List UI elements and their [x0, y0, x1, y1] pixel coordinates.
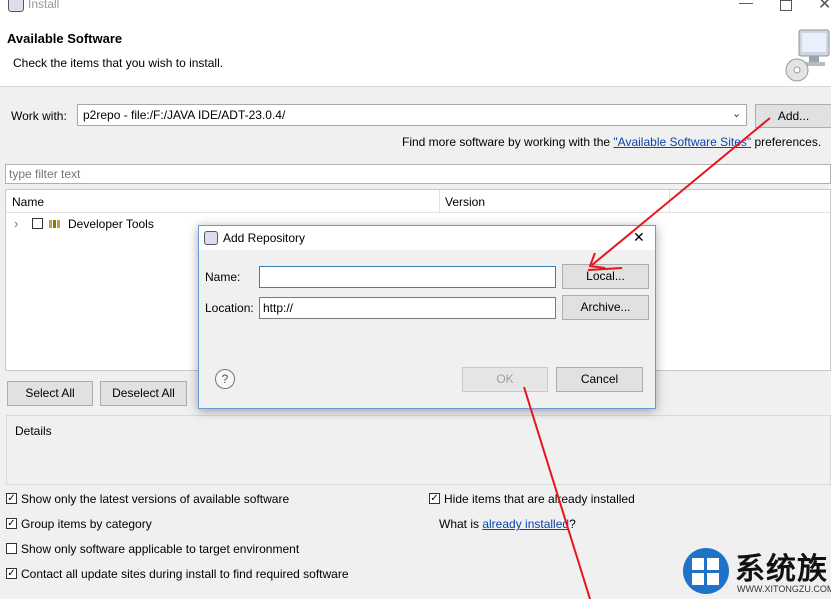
name-input[interactable] [259, 266, 556, 288]
select-all-button[interactable]: Select All [7, 381, 93, 406]
chevron-down-icon[interactable]: ⌄ [732, 107, 741, 120]
watermark-brand: 系统族 [735, 552, 828, 587]
filter-input[interactable] [5, 164, 831, 184]
expand-chevron-icon[interactable]: › [14, 216, 18, 231]
work-with-combo[interactable]: p2repo - file:/F:/JAVA IDE/ADT-23.0.4/ ⌄ [77, 104, 747, 126]
option-label: Show only software applicable to target … [21, 542, 300, 556]
maximize-button[interactable] [780, 0, 792, 11]
checkbox-group-by-category[interactable]: ✓ [6, 518, 17, 529]
option-label: Group items by category [21, 517, 152, 531]
minimize-button[interactable]: — [737, 0, 755, 14]
checkbox-contact-sites[interactable]: ✓ [6, 568, 17, 579]
deselect-all-button[interactable]: Deselect All [100, 381, 187, 406]
local-button[interactable]: Local... [562, 264, 649, 289]
dialog-title: Add Repository [223, 231, 306, 245]
available-sites-hint: Find more software by working with the "… [402, 135, 821, 149]
add-button[interactable]: Add... [755, 104, 831, 128]
work-with-value: p2repo - file:/F:/JAVA IDE/ADT-23.0.4/ [83, 108, 286, 122]
column-name[interactable]: Name [12, 195, 44, 209]
help-icon[interactable]: ? [215, 369, 235, 389]
dialog-app-icon [204, 231, 218, 245]
row-checkbox[interactable] [32, 218, 43, 229]
watermark-url: WWW.XITONGZU.COM [737, 584, 831, 594]
close-button[interactable]: ✕ [818, 0, 831, 14]
hint-prefix: Find more software by working with the [402, 135, 614, 149]
page-subtitle: Check the items that you wish to install… [13, 56, 224, 70]
row-label: Developer Tools [68, 217, 154, 231]
what-is-suffix: ? [569, 517, 576, 531]
cancel-button[interactable]: Cancel [556, 367, 643, 392]
checkbox-hide-installed[interactable]: ✓ [429, 493, 440, 504]
feature-group-icon [49, 220, 60, 228]
available-software-sites-link[interactable]: "Available Software Sites" [613, 135, 751, 149]
column-divider [439, 190, 440, 212]
title-bar: Install — ✕ [0, 0, 831, 18]
checkbox-show-latest[interactable]: ✓ [6, 493, 17, 504]
column-divider [669, 190, 670, 212]
archive-button[interactable]: Archive... [562, 295, 649, 320]
ok-button[interactable]: OK [462, 367, 548, 392]
page-title: Available Software [7, 31, 123, 46]
what-is-installed: What is already installed? [439, 517, 576, 531]
table-header: Name Version [6, 190, 830, 213]
option-label: Show only the latest versions of availab… [21, 492, 290, 506]
checkbox-target-environment[interactable] [6, 543, 17, 554]
add-repository-dialog: Add Repository ✕ Name: Local... Location… [198, 225, 656, 409]
location-label: Location: [205, 301, 254, 315]
option-label: Hide items that are already installed [444, 492, 635, 506]
app-icon [8, 0, 24, 12]
windows-logo-icon [683, 548, 729, 594]
hint-suffix: preferences. [751, 135, 822, 149]
details-label: Details [15, 424, 52, 438]
install-banner-icon [785, 29, 830, 82]
column-version[interactable]: Version [445, 195, 485, 209]
window-title: Install [28, 0, 60, 11]
option-label: Contact all update sites during install … [21, 567, 349, 581]
dialog-close-icon[interactable]: ✕ [633, 229, 645, 246]
already-installed-link[interactable]: already installed [482, 517, 569, 531]
what-is-prefix: What is [439, 517, 483, 531]
location-input[interactable] [259, 297, 556, 319]
details-group: Details [6, 415, 831, 485]
header-banner: Available Software Check the items that … [0, 18, 831, 87]
name-label: Name: [205, 270, 241, 284]
dialog-title-bar: Add Repository ✕ [199, 226, 655, 250]
watermark: 系统族 WWW.XITONGZU.COM [680, 542, 831, 599]
work-with-label: Work with: [11, 109, 67, 123]
